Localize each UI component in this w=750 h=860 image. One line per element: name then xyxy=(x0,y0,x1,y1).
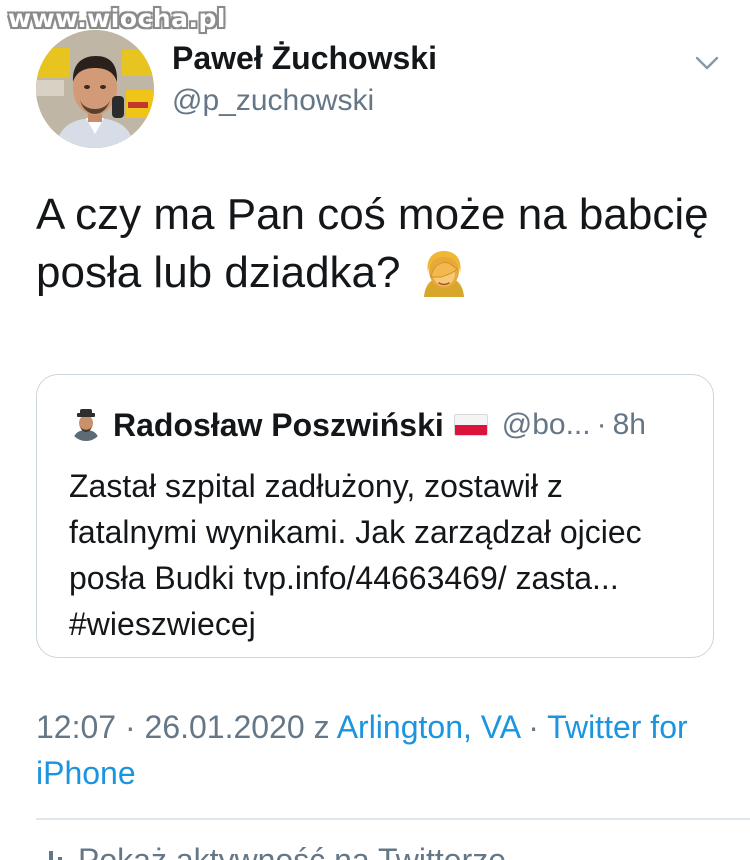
quoted-tweet-time[interactable]: 8h xyxy=(613,408,646,442)
section-divider xyxy=(36,818,750,820)
user-avatar-icon xyxy=(69,407,103,441)
tweet-menu-button[interactable] xyxy=(692,52,722,74)
site-watermark: www.wiocha.pl xyxy=(8,4,226,33)
tweet-time[interactable]: 12:07 xyxy=(36,709,116,745)
tweet-date[interactable]: 26.01.2020 xyxy=(145,709,305,745)
tweet-metadata: 12:07 · 26.01.2020 z Arlington, VA · Twi… xyxy=(36,704,726,796)
quoted-author-avatar[interactable] xyxy=(69,407,103,441)
quoted-tweet-card[interactable]: Radosław Poszwiński @bo... · 8h Zastał s… xyxy=(36,374,714,658)
poland-flag-icon xyxy=(453,414,488,436)
meta-from: z xyxy=(313,709,330,745)
quoted-tweet-text: Zastał szpital zadłużony, zostawił z fat… xyxy=(69,468,642,642)
user-avatar-photo-icon xyxy=(36,30,154,148)
analytics-icon xyxy=(49,851,62,860)
author-avatar[interactable] xyxy=(36,30,154,148)
facepalm-emoji-icon xyxy=(419,247,469,297)
author-name[interactable]: Paweł Żuchowski xyxy=(172,40,437,77)
quoted-tweet-header: Radosław Poszwiński @bo... · 8h xyxy=(113,405,646,445)
meta-separator: · xyxy=(124,709,136,745)
chevron-down-icon xyxy=(695,56,719,70)
tweet-body: A czy ma Pan coś może na babcię posła lu… xyxy=(36,190,709,297)
tweet-text: A czy ma Pan coś może na babcię posła lu… xyxy=(36,186,726,302)
tweet-activity-label: Pokaż aktywność na Twitterze xyxy=(78,841,507,860)
location-link[interactable]: Arlington, VA xyxy=(337,709,520,745)
quoted-separator: · xyxy=(596,408,607,441)
quoted-author-name[interactable]: Radosław Poszwiński xyxy=(113,407,444,444)
tweet-activity-button[interactable]: Pokaż aktywność na Twitterze xyxy=(36,840,506,860)
meta-separator: · xyxy=(528,709,539,745)
author-handle[interactable]: @p_zuchowski xyxy=(172,84,374,118)
quoted-author-handle[interactable]: @bo... xyxy=(502,408,591,442)
